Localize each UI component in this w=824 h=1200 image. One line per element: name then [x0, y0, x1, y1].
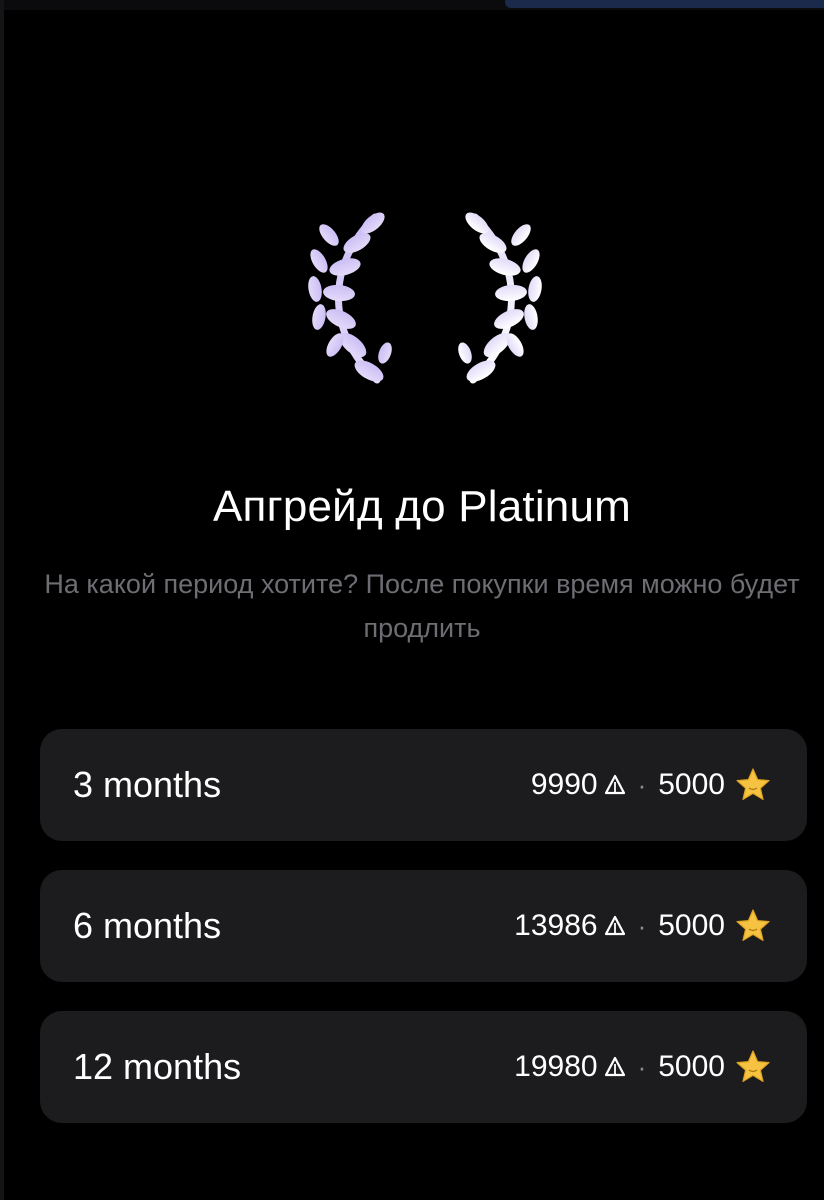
price-amount: 19980: [514, 1050, 598, 1083]
plan-price: 19980 · 5000: [514, 1049, 771, 1085]
stars-amount: 5000: [658, 1050, 725, 1083]
laurel-wreath-icon: [308, 212, 542, 384]
plan-label: 12 months: [73, 1046, 242, 1087]
stars-amount: 5000: [658, 768, 725, 801]
price-separator: ·: [637, 769, 647, 800]
delta-currency-icon: [604, 774, 625, 795]
page-title: Апгрейд до Platinum: [213, 482, 631, 531]
plan-option-6-months[interactable]: 6 months 13986 · 5000: [40, 870, 807, 982]
star-icon: [736, 909, 770, 941]
page-subtitle: На какой период хотите? После покупки вр…: [44, 569, 800, 643]
stars-amount: 5000: [658, 909, 725, 942]
price-amount: 13986: [514, 909, 598, 942]
plan-price: 9990 · 5000: [531, 767, 771, 803]
delta-currency-icon: [604, 1056, 625, 1077]
price-separator: ·: [637, 910, 647, 941]
star-icon: [736, 768, 770, 800]
plan-option-12-months[interactable]: 12 months 19980 · 5000: [40, 1011, 807, 1123]
left-edge: [0, 0, 4, 1200]
plan-label: 6 months: [73, 905, 222, 946]
price-separator: ·: [637, 1051, 647, 1082]
plan-option-3-months[interactable]: 3 months 9990 · 5000: [40, 729, 807, 841]
plan-price: 13986 · 5000: [514, 908, 771, 944]
price-amount: 9990: [530, 768, 598, 801]
delta-currency-icon: [604, 915, 625, 936]
top-strip-accent: [505, 0, 824, 8]
plan-label: 3 months: [73, 764, 222, 805]
plan-list: 3 months 9990 · 5000 6 months 13986 · 50…: [40, 729, 807, 1152]
star-icon: [736, 1050, 770, 1082]
upgrade-screen: Апгрейд до Platinum На какой период хоти…: [0, 0, 824, 1200]
